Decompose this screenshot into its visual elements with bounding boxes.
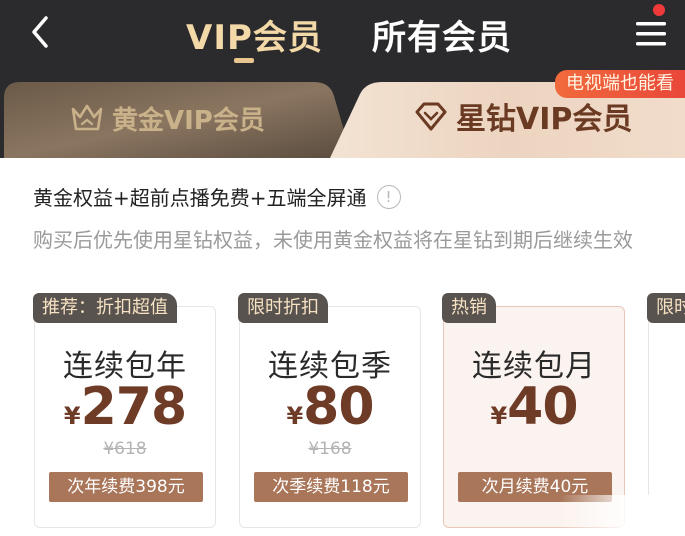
original-price: ¥168 <box>308 439 352 459</box>
hamburger-menu-icon <box>636 22 666 46</box>
menu-button[interactable] <box>632 14 672 54</box>
currency-symbol: ¥ <box>286 402 304 430</box>
original-price: ¥618 <box>103 439 147 459</box>
crown-icon <box>71 104 103 131</box>
plan-tag: 限时折扣 <box>238 293 328 323</box>
plan-tag: 热销 <box>442 293 496 323</box>
plan-tag: 推荐：折扣超值 <box>33 293 177 323</box>
plan-price: ¥80 <box>240 377 420 437</box>
price-value: 80 <box>303 377 374 437</box>
price-value: 278 <box>80 377 188 437</box>
top-nav-bar: VIP会员 所有会员 <box>0 0 685 80</box>
tv-available-badge: 电视端也能看 <box>555 70 685 98</box>
active-tab-indicator <box>234 58 254 63</box>
benefits-title: 黄金权益+超前点播免费+五端全屏通 ! <box>33 182 401 211</box>
diamond-icon <box>415 102 447 131</box>
scroll-fade-overlay <box>560 495 685 536</box>
plan-price: ¥40 <box>444 377 624 437</box>
back-button[interactable] <box>22 12 62 52</box>
price-value: 40 <box>507 377 578 437</box>
plan-card-yearly[interactable]: 推荐：折扣超值 连续包年 ¥278 ¥618 次年续费398元 <box>33 293 216 528</box>
chevron-left-icon <box>32 16 48 48</box>
tier-tab-gold-vip[interactable]: 黄金VIP会员 <box>70 98 265 138</box>
currency-symbol: ¥ <box>63 402 81 430</box>
tier-gold-label: 黄金VIP会员 <box>112 105 265 136</box>
notification-dot <box>653 4 665 16</box>
currency-symbol: ¥ <box>490 402 508 430</box>
plan-card-quarterly[interactable]: 限时折扣 连续包季 ¥80 ¥168 次季续费118元 <box>238 293 421 528</box>
plan-price: ¥278 <box>35 377 215 437</box>
renewal-price-label: 次年续费398元 <box>49 472 203 502</box>
renewal-price-label: 次季续费118元 <box>254 472 408 502</box>
tier-star-label: 星钻VIP会员 <box>456 102 633 137</box>
benefits-subtitle: 购买后优先使用星钻权益，未使用黄金权益将在星钻到期后继续生效 <box>33 228 633 252</box>
plan-tag: 限时 <box>647 293 685 323</box>
benefits-title-text: 黄金权益+超前点播免费+五端全屏通 <box>33 186 367 210</box>
tier-tab-star-diamond-vip[interactable]: 星钻VIP会员 <box>414 94 632 138</box>
tab-all-members[interactable]: 所有会员 <box>372 10 512 59</box>
tab-vip-member[interactable]: VIP会员 <box>186 10 323 59</box>
info-circle-icon[interactable]: ! <box>376 184 401 209</box>
